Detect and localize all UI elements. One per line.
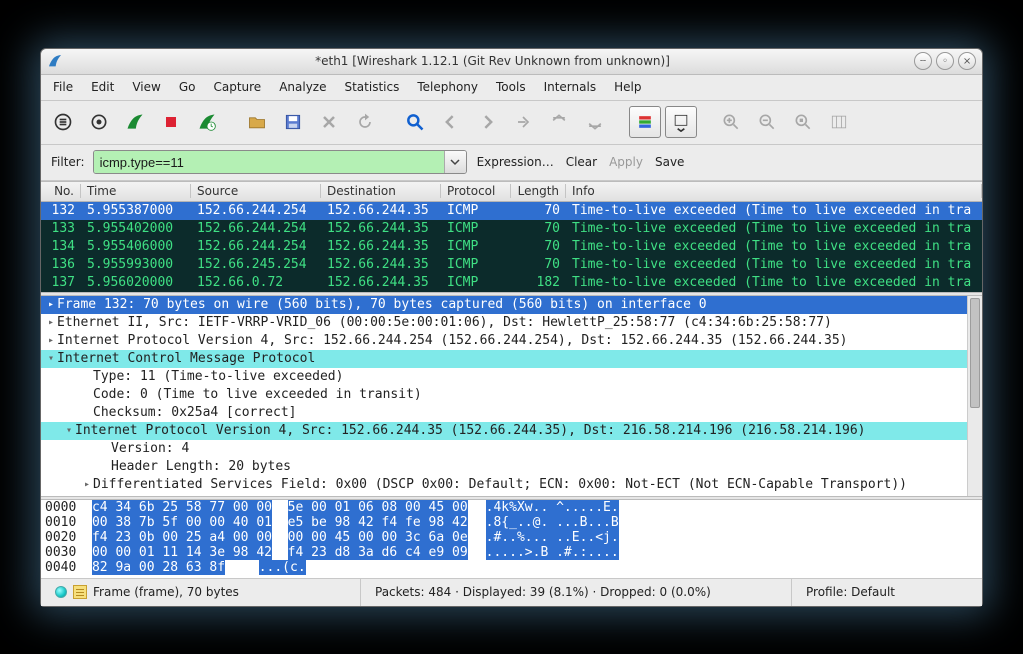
detail-line[interactable]: Type: 11 (Time-to-live exceeded) xyxy=(41,368,982,386)
display-filter-bar: Filter: Expression… Clear Apply Save xyxy=(41,145,982,181)
packet-rows[interactable]: 1325.955387000152.66.244.254152.66.244.3… xyxy=(41,202,982,292)
go-top-button[interactable] xyxy=(543,106,575,138)
minimize-button[interactable]: ┄ xyxy=(914,52,932,70)
detail-line[interactable]: Code: 0 (Time to live exceeded in transi… xyxy=(41,386,982,404)
restart-capture-button[interactable] xyxy=(191,106,223,138)
maximize-button[interactable]: ◦ xyxy=(936,52,954,70)
tree-collapsed-icon[interactable]: ▸ xyxy=(45,314,57,332)
detail-line[interactable]: Version: 4 xyxy=(41,440,982,458)
filter-label: Filter: xyxy=(51,155,85,169)
expert-info-icon[interactable] xyxy=(55,586,67,598)
packet-row[interactable]: 1345.955406000152.66.244.254152.66.244.3… xyxy=(41,238,982,256)
tree-collapsed-icon[interactable]: ▸ xyxy=(45,296,57,314)
col-header-info[interactable]: Info xyxy=(566,184,982,198)
details-scrollbar[interactable] xyxy=(967,296,982,496)
packet-bytes-pane[interactable]: 0000 c4 34 6b 25 58 77 00 00 5e 00 01 06… xyxy=(41,500,982,578)
detail-line[interactable]: ▸Ethernet II, Src: IETF-VRRP-VRID_06 (00… xyxy=(41,314,982,332)
find-button[interactable] xyxy=(399,106,431,138)
status-frame: Frame (frame), 70 bytes xyxy=(93,585,239,599)
menu-internals[interactable]: Internals xyxy=(536,77,605,97)
colorize-button[interactable] xyxy=(629,106,661,138)
options-button[interactable] xyxy=(83,106,115,138)
detail-line[interactable]: ▾Internet Protocol Version 4, Src: 152.6… xyxy=(41,422,982,440)
packet-row[interactable]: 1335.955402000152.66.244.254152.66.244.3… xyxy=(41,220,982,238)
filter-combo xyxy=(93,150,467,174)
close-button[interactable]: × xyxy=(958,52,976,70)
col-header-no[interactable]: No. xyxy=(41,184,81,198)
application-window: *eth1 [Wireshark 1.12.1 (Git Rev Unknown… xyxy=(40,48,983,607)
titlebar: *eth1 [Wireshark 1.12.1 (Git Rev Unknown… xyxy=(41,49,982,75)
shark-fin-icon xyxy=(47,53,63,69)
close-file-button[interactable] xyxy=(313,106,345,138)
tree-collapsed-icon[interactable]: ▸ xyxy=(45,332,57,350)
hex-row[interactable]: 0000 c4 34 6b 25 58 77 00 00 5e 00 01 06… xyxy=(45,500,978,515)
detail-line[interactable]: Checksum: 0x25a4 [correct] xyxy=(41,404,982,422)
col-header-length[interactable]: Length xyxy=(511,184,566,198)
menu-analyze[interactable]: Analyze xyxy=(271,77,334,97)
menu-go[interactable]: Go xyxy=(171,77,204,97)
filter-expression-button[interactable]: Expression… xyxy=(475,155,556,169)
packet-row[interactable]: 1325.955387000152.66.244.254152.66.244.3… xyxy=(41,202,982,220)
open-button[interactable] xyxy=(241,106,273,138)
filter-dropdown-button[interactable] xyxy=(444,151,466,173)
filter-clear-button[interactable]: Clear xyxy=(564,155,599,169)
go-bottom-button[interactable] xyxy=(579,106,611,138)
main-toolbar xyxy=(41,101,982,145)
packet-row[interactable]: 1365.955993000152.66.245.254152.66.244.3… xyxy=(41,256,982,274)
col-header-source[interactable]: Source xyxy=(191,184,321,198)
statusbar: Frame (frame), 70 bytes Packets: 484 · D… xyxy=(41,578,982,606)
detail-line[interactable]: Header Length: 20 bytes xyxy=(41,458,982,476)
go-back-button[interactable] xyxy=(435,106,467,138)
hex-row[interactable]: 0030 00 00 01 11 14 3e 98 42 f4 23 d8 3a… xyxy=(45,545,978,560)
menu-file[interactable]: File xyxy=(45,77,81,97)
detail-line[interactable]: ▸Frame 132: 70 bytes on wire (560 bits),… xyxy=(41,296,982,314)
packet-list-pane: No. Time Source Destination Protocol Len… xyxy=(41,181,982,292)
zoom-in-button[interactable] xyxy=(715,106,747,138)
menu-telephony[interactable]: Telephony xyxy=(409,77,486,97)
autoscroll-button[interactable] xyxy=(665,106,697,138)
filter-apply-button[interactable]: Apply xyxy=(607,155,645,169)
detail-line[interactable]: ▸Internet Protocol Version 4, Src: 152.6… xyxy=(41,332,982,350)
tree-expanded-icon[interactable]: ▾ xyxy=(45,350,57,368)
go-to-packet-button[interactable] xyxy=(507,106,539,138)
tree-collapsed-icon[interactable]: ▸ xyxy=(81,476,93,494)
go-forward-button[interactable] xyxy=(471,106,503,138)
status-profile[interactable]: Profile: Default xyxy=(806,585,895,599)
annotation-icon[interactable] xyxy=(73,585,87,599)
menu-help[interactable]: Help xyxy=(606,77,649,97)
col-header-proto[interactable]: Protocol xyxy=(441,184,511,198)
menu-edit[interactable]: Edit xyxy=(83,77,122,97)
status-packets: Packets: 484 · Displayed: 39 (8.1%) · Dr… xyxy=(375,585,711,599)
packet-list-header[interactable]: No. Time Source Destination Protocol Len… xyxy=(41,182,982,202)
window-title: *eth1 [Wireshark 1.12.1 (Git Rev Unknown… xyxy=(315,54,670,68)
stop-capture-button[interactable] xyxy=(155,106,187,138)
zoom-100-button[interactable] xyxy=(787,106,819,138)
col-header-time[interactable]: Time xyxy=(81,184,191,198)
packet-row[interactable]: 1375.956020000152.66.0.72152.66.244.35IC… xyxy=(41,274,982,292)
start-capture-button[interactable] xyxy=(119,106,151,138)
filter-input[interactable] xyxy=(94,151,444,173)
hex-row[interactable]: 0010 00 38 7b 5f 00 00 40 01 e5 be 98 42… xyxy=(45,515,978,530)
menubar: File Edit View Go Capture Analyze Statis… xyxy=(41,75,982,101)
tree-expanded-icon[interactable]: ▾ xyxy=(63,422,75,440)
detail-line[interactable]: ▾Internet Control Message Protocol xyxy=(41,350,982,368)
hex-row[interactable]: 0020 f4 23 0b 00 25 a4 00 00 00 00 45 00… xyxy=(45,530,978,545)
menu-statistics[interactable]: Statistics xyxy=(336,77,407,97)
menu-view[interactable]: View xyxy=(124,77,168,97)
interfaces-button[interactable] xyxy=(47,106,79,138)
zoom-out-button[interactable] xyxy=(751,106,783,138)
col-header-dest[interactable]: Destination xyxy=(321,184,441,198)
detail-line[interactable]: ▸Differentiated Services Field: 0x00 (DS… xyxy=(41,476,982,494)
save-button[interactable] xyxy=(277,106,309,138)
menu-capture[interactable]: Capture xyxy=(205,77,269,97)
reload-button[interactable] xyxy=(349,106,381,138)
packet-details-pane[interactable]: ▸Frame 132: 70 bytes on wire (560 bits),… xyxy=(41,296,982,496)
menu-tools[interactable]: Tools xyxy=(488,77,534,97)
resize-columns-button[interactable] xyxy=(823,106,855,138)
hex-row[interactable]: 0040 82 9a 00 28 63 8f ...(c. xyxy=(45,560,978,575)
filter-save-button[interactable]: Save xyxy=(653,155,686,169)
